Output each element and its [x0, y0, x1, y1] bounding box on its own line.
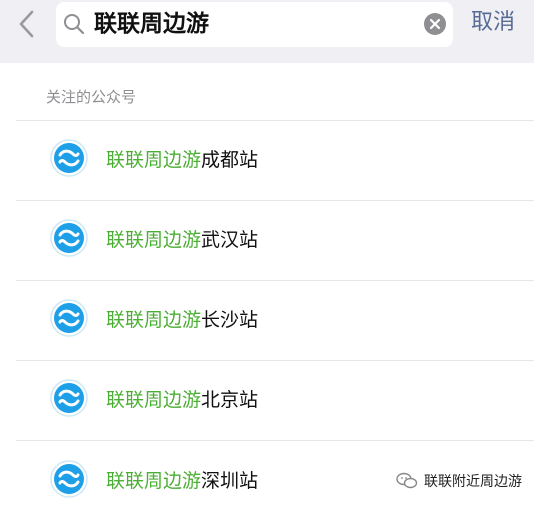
lianlian-logo-icon	[50, 379, 88, 417]
lianlian-logo-icon	[50, 139, 88, 177]
wechat-icon	[396, 472, 418, 490]
watermark-text: 联联附近周边游	[424, 474, 522, 490]
list-item-account-beijing[interactable]: 联联周边游北京站	[0, 360, 534, 440]
lianlian-logo-icon	[50, 219, 88, 257]
search-icon	[62, 12, 86, 36]
list-item-account-chengdu[interactable]: 联联周边游成都站	[0, 120, 534, 200]
account-name: 联联周边游长沙站	[106, 309, 259, 331]
account-name: 联联周边游成都站	[106, 149, 259, 171]
search-input[interactable]: 联联周边游	[56, 2, 453, 47]
account-name: 联联周边游北京站	[106, 389, 259, 411]
watermark: 联联附近周边游	[396, 470, 522, 492]
account-name: 联联周边游武汉站	[106, 229, 259, 251]
list-item-account-wuhan[interactable]: 联联周边游武汉站	[0, 200, 534, 280]
cancel-button[interactable]: 取消	[471, 0, 515, 46]
search-query-text[interactable]: 联联周边游	[94, 2, 209, 47]
back-chevron-icon[interactable]	[10, 4, 44, 44]
clear-search-icon[interactable]	[423, 12, 447, 36]
lianlian-logo-icon	[50, 460, 88, 498]
search-bar: 联联周边游 取消	[0, 0, 534, 63]
section-header-followed-accounts: 关注的公众号	[46, 88, 137, 106]
lianlian-logo-icon	[50, 299, 88, 337]
list-item-account-changsha[interactable]: 联联周边游长沙站	[0, 280, 534, 360]
account-name: 联联周边游深圳站	[106, 470, 259, 492]
